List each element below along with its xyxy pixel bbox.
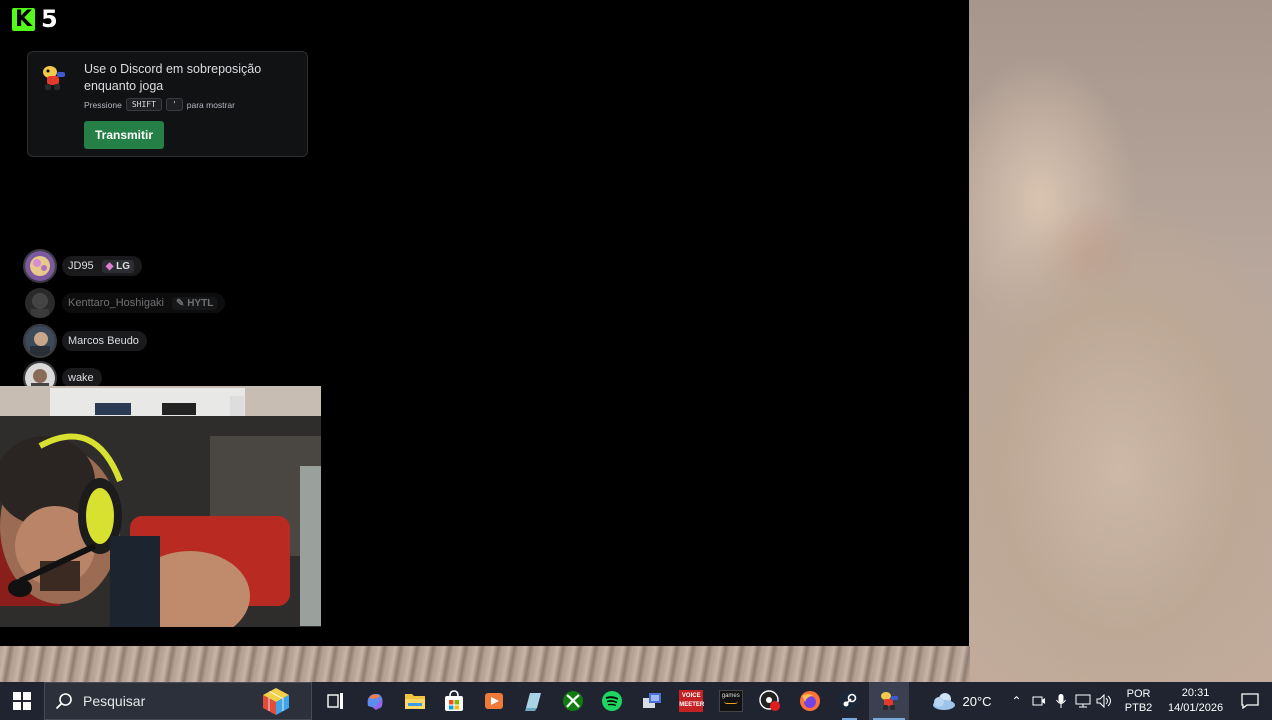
keyboard-layout: PTB2 xyxy=(1124,702,1153,714)
kick-logo: K 5 xyxy=(12,5,58,33)
task-view-button[interactable] xyxy=(316,682,356,720)
server-tag-label: HYTL xyxy=(187,297,214,309)
voicemeeter-icon: VOICE MEETER xyxy=(679,690,705,712)
steam-icon xyxy=(839,691,860,711)
voicemeeter-label-bottom: MEETER xyxy=(679,702,705,708)
game-window[interactable]: K 5 Use o Discord em sobreposição enquan… xyxy=(0,0,969,646)
speaker-icon xyxy=(1096,694,1111,708)
rubiks-cube-icon xyxy=(263,688,289,715)
amazon-games-icon: games xyxy=(718,690,743,712)
start-button[interactable] xyxy=(0,682,44,720)
weather-temperature: 20°C xyxy=(962,693,992,709)
webcam-feed xyxy=(0,386,321,627)
search-icon xyxy=(55,693,72,710)
pencil-icon: ✎ xyxy=(176,297,185,309)
spotify-button[interactable] xyxy=(593,682,633,720)
clock-date: 14/01/2026 xyxy=(1168,702,1224,714)
store-icon xyxy=(445,690,464,711)
clock-time: 20:31 xyxy=(1181,687,1210,699)
xbox-button[interactable] xyxy=(553,682,593,720)
cloudy-weather-icon xyxy=(932,693,955,710)
obs-button[interactable] xyxy=(751,682,791,720)
voice-user-marcos-beudo[interactable]: Marcos Beudo xyxy=(23,324,147,358)
media-player-icon xyxy=(484,693,503,709)
shift-key: SHIFT xyxy=(125,98,162,111)
desktop-screen: K 5 Use o Discord em sobreposição enquan… xyxy=(0,0,1272,720)
discord-game-button[interactable] xyxy=(869,682,909,720)
stream-button[interactable]: Transmitir xyxy=(84,121,164,149)
notepad-icon xyxy=(525,693,542,711)
game-character-icon xyxy=(880,692,898,710)
voice-user-name: JD95 xyxy=(68,260,94,272)
avatar xyxy=(23,286,57,320)
store-button[interactable] xyxy=(435,682,475,720)
file-explorer-icon xyxy=(404,694,425,709)
clock[interactable]: 20:31 14/01/2026 xyxy=(1162,686,1230,716)
voice-user-name-pill: JD95 ◆ LG xyxy=(62,256,143,276)
desktop-wallpaper-strip xyxy=(0,646,970,682)
voice-user-kenttaro[interactable]: Kenttaro_Hoshigaki ✎ HYTL xyxy=(23,286,226,320)
voice-user-name-pill: wake xyxy=(62,368,102,388)
copilot-button[interactable] xyxy=(356,682,396,720)
server-tag-label: LG xyxy=(116,260,131,272)
amazon-games-button[interactable]: games xyxy=(711,682,751,720)
voice-user-name-pill: Kenttaro_Hoshigaki ✎ HYTL xyxy=(62,293,226,313)
kick-logo-number: 5 xyxy=(41,5,58,33)
camera-tray-icon xyxy=(1032,696,1045,706)
game-character-icon xyxy=(43,66,65,90)
voicemeeter-label-top: VOICE xyxy=(681,693,701,699)
quote-key: ' xyxy=(165,98,183,111)
hint-suffix: para mostrar xyxy=(186,99,235,110)
notification-icon xyxy=(1240,693,1259,709)
volume-button[interactable] xyxy=(1094,682,1116,720)
file-explorer-button[interactable] xyxy=(395,682,435,720)
weather-widget[interactable]: 20°C xyxy=(931,682,992,720)
voice-user-name-pill: Marcos Beudo xyxy=(62,331,147,351)
language-indicator[interactable]: POR PTB2 xyxy=(1122,687,1156,715)
taskbar: VOICE MEETER games xyxy=(0,682,1272,720)
gem-icon: ◆ xyxy=(105,260,114,272)
network-icon xyxy=(1075,694,1091,708)
voicemeeter-button[interactable]: VOICE MEETER xyxy=(672,682,712,720)
overlay-shortcut-hint: Pressione SHIFT ' para mostrar xyxy=(84,98,235,111)
hint-prefix: Pressione xyxy=(84,99,122,110)
language-code: POR xyxy=(1126,688,1151,700)
copilot-icon xyxy=(367,694,383,710)
server-tag: ✎ HYTL xyxy=(172,296,218,310)
task-view-icon xyxy=(327,693,343,709)
search-input[interactable] xyxy=(83,693,253,709)
overlay-notice-title: Use o Discord em sobreposição enquanto j… xyxy=(84,62,262,93)
server-tag: ◆ LG xyxy=(101,259,135,273)
show-hidden-icons-button[interactable]: ⌃ xyxy=(1006,682,1028,720)
discord-overlay-notice: Use o Discord em sobreposição enquanto j… xyxy=(27,51,308,157)
spotify-icon xyxy=(602,691,623,711)
network-app-icon xyxy=(642,693,661,708)
notepad-button[interactable] xyxy=(514,682,554,720)
kick-logo-icon: K xyxy=(12,7,35,31)
taskbar-search-box[interactable] xyxy=(44,682,312,720)
firefox-button[interactable] xyxy=(790,682,830,720)
network-button[interactable] xyxy=(1072,682,1094,720)
system-tray: ⌃ POR PTB2 20:31 14/01/2026 xyxy=(1006,682,1270,720)
voice-user-name: Kenttaro_Hoshigaki xyxy=(68,297,165,309)
obs-icon xyxy=(759,690,781,711)
xbox-icon xyxy=(562,691,583,711)
avatar xyxy=(23,324,57,358)
firefox-icon xyxy=(799,691,820,711)
voice-user-name: wake xyxy=(68,372,94,384)
amazon-games-label: games xyxy=(721,693,740,699)
windows-logo-icon xyxy=(13,692,31,710)
microphone-icon xyxy=(1055,694,1066,708)
steam-button[interactable] xyxy=(830,682,870,720)
voice-user-name: Marcos Beudo xyxy=(68,335,139,347)
network-app-button[interactable] xyxy=(632,682,672,720)
notifications-button[interactable] xyxy=(1230,682,1270,720)
tray-app-button[interactable] xyxy=(1028,682,1050,720)
chevron-up-icon: ⌃ xyxy=(1011,694,1022,708)
avatar xyxy=(23,249,57,283)
media-player-button[interactable] xyxy=(474,682,514,720)
webcam-image xyxy=(0,386,321,627)
voice-user-jd95[interactable]: JD95 ◆ LG xyxy=(23,249,143,283)
microphone-button[interactable] xyxy=(1050,682,1072,720)
